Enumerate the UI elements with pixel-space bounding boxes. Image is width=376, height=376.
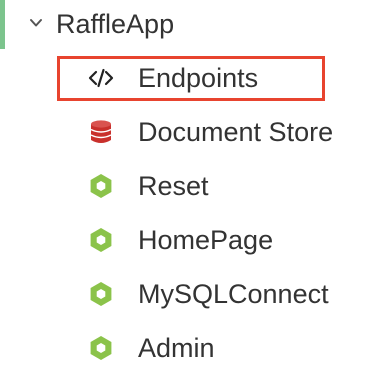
tree-item-document-store[interactable]: Document Store xyxy=(70,109,370,155)
project-tree: RaffleApp Endpoints Document Store Reset xyxy=(0,0,376,376)
tree-item-admin[interactable]: Admin xyxy=(70,325,370,371)
hexagon-icon xyxy=(90,336,112,360)
tree-item-reset[interactable]: Reset xyxy=(70,163,370,209)
hexagon-icon xyxy=(90,282,112,306)
hexagon-icon xyxy=(90,174,112,198)
tree-item-label: HomePage xyxy=(138,225,274,255)
tree-root-raffleapp[interactable]: RaffleApp xyxy=(0,0,376,49)
tree-item-label: Admin xyxy=(138,333,215,363)
tree-root-label: RaffleApp xyxy=(56,9,175,39)
tree-item-label: Reset xyxy=(138,171,209,201)
database-icon xyxy=(90,120,112,143)
code-icon xyxy=(88,68,114,88)
tree-item-label: MySQLConnect xyxy=(138,279,329,309)
tree-item-label: Document Store xyxy=(138,117,334,147)
chevron-down-icon[interactable] xyxy=(29,16,43,30)
hexagon-icon xyxy=(90,228,112,252)
tree-item-mysqlconnect[interactable]: MySQLConnect xyxy=(70,271,370,317)
tree-item-homepage[interactable]: HomePage xyxy=(70,217,370,263)
tree-item-endpoints[interactable]: Endpoints xyxy=(70,55,370,101)
tree-item-label: Endpoints xyxy=(138,63,259,93)
